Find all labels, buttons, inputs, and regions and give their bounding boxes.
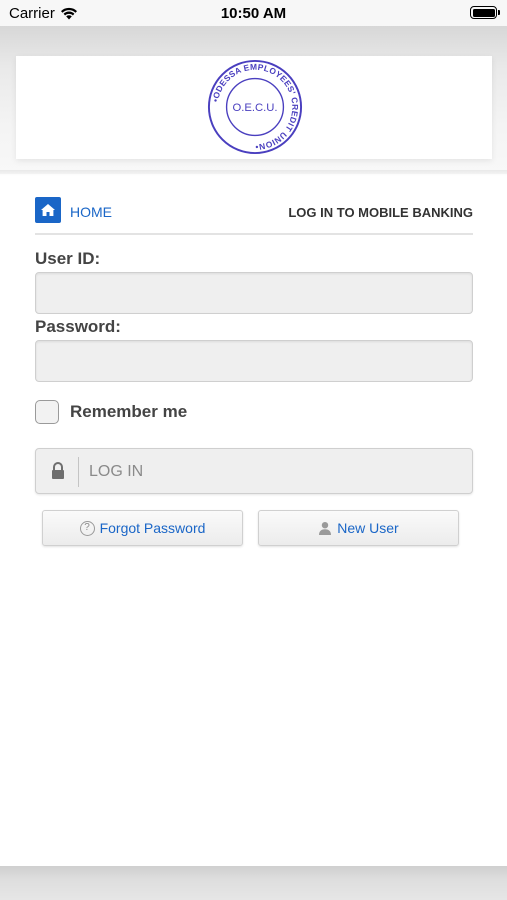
header-shadow — [0, 170, 507, 176]
remember-me-row[interactable]: Remember me — [35, 399, 187, 425]
logo-panel: •ODESSA EMPLOYEES' CREDIT UNION• O.E.C.U… — [16, 56, 492, 159]
lock-icon — [52, 462, 64, 479]
home-icon — [41, 204, 55, 216]
svg-text:O.E.C.U.: O.E.C.U. — [232, 102, 277, 114]
remember-me-label[interactable]: Remember me — [70, 402, 187, 422]
header-band: •ODESSA EMPLOYEES' CREDIT UNION• O.E.C.U… — [0, 26, 507, 174]
battery-icon — [470, 6, 500, 19]
credit-union-logo: •ODESSA EMPLOYEES' CREDIT UNION• O.E.C.U… — [207, 59, 303, 155]
remember-me-checkbox[interactable] — [35, 400, 59, 424]
nav-divider — [35, 233, 473, 235]
new-user-label: New User — [337, 520, 399, 536]
home-button[interactable] — [35, 197, 61, 223]
home-link[interactable]: HOME — [70, 204, 112, 220]
login-button[interactable]: LOG IN — [35, 448, 473, 494]
forgot-password-label: Forgot Password — [99, 520, 206, 536]
user-id-input[interactable] — [35, 272, 473, 314]
password-input[interactable] — [35, 340, 473, 382]
user-icon — [319, 522, 332, 535]
nav-row: HOME LOG IN TO MOBILE BANKING — [35, 197, 473, 225]
bottom-toolbar — [0, 866, 507, 900]
battery-fill — [472, 8, 495, 17]
user-id-label: User ID: — [35, 249, 101, 268]
password-label: Password: — [35, 317, 121, 336]
new-user-button[interactable]: New User — [258, 510, 459, 546]
page-heading: LOG IN TO MOBILE BANKING — [288, 205, 473, 220]
status-time: 10:50 AM — [220, 5, 287, 22]
login-label: LOG IN — [89, 463, 144, 480]
status-bar: Carrier 10:50 AM — [0, 0, 507, 26]
question-circle-icon: ? — [79, 520, 95, 536]
login-separator — [78, 457, 79, 487]
forgot-password-button[interactable]: ? Forgot Password — [42, 510, 243, 546]
status-right — [470, 6, 500, 19]
